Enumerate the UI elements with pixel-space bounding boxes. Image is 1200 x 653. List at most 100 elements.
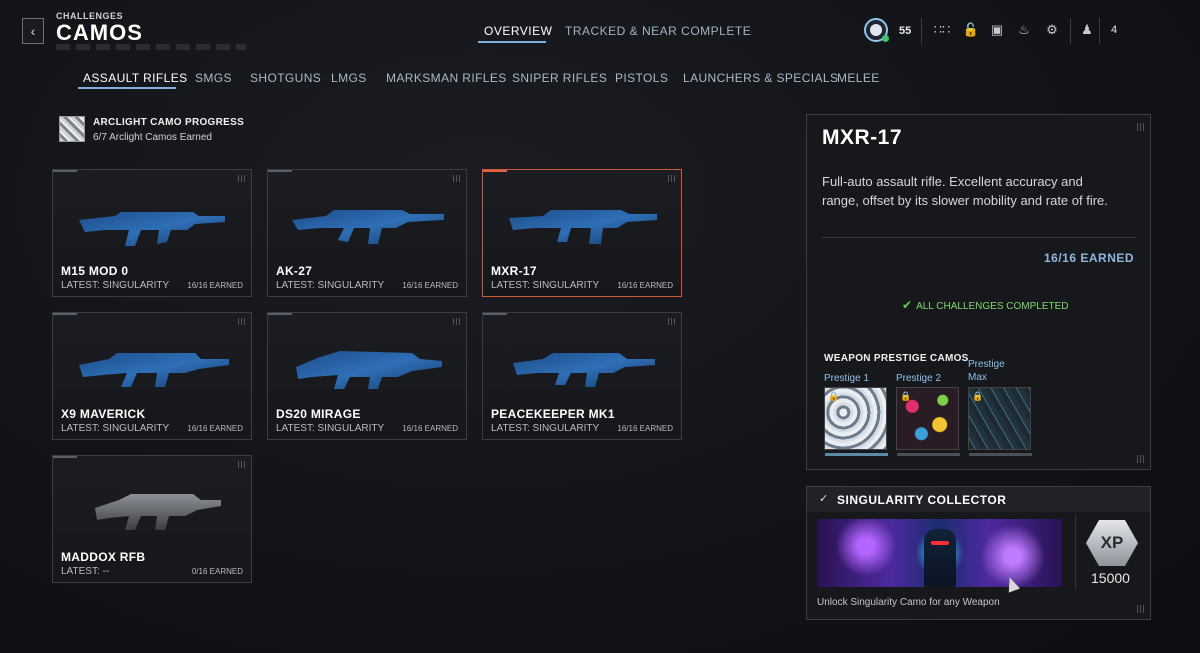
tab-lmgs[interactable]: LMGS	[331, 71, 367, 85]
weapon-image	[509, 210, 657, 244]
weapon-image	[79, 212, 225, 246]
weapon-earned-count: 0/16 EARNED	[191, 567, 243, 576]
weapon-earned-count: 16/16 EARNED	[187, 281, 243, 290]
xp-reward-value: 15000	[1091, 570, 1130, 586]
lock-icon: 🔒	[972, 391, 984, 401]
progress-bar	[825, 453, 888, 456]
grip-icon	[1137, 605, 1145, 613]
back-button[interactable]: ‹	[22, 18, 44, 44]
collector-title: SINGULARITY COLLECTOR	[837, 493, 1007, 507]
online-status-dot	[882, 35, 889, 42]
weapon-image	[95, 494, 221, 530]
weapon-card-x9-maverick[interactable]: X9 MAVERICK LATEST: SINGULARITY 16/16 EA…	[52, 312, 252, 440]
divider	[822, 237, 1136, 238]
weapon-latest-camo: LATEST: SINGULARITY	[491, 280, 600, 291]
title-decoration	[56, 44, 246, 50]
weapon-name: DS20 MIRAGE	[276, 407, 361, 421]
weapon-earned-count: 16/16 EARNED	[187, 424, 243, 433]
grid-icon[interactable]: ∷∷	[933, 21, 951, 39]
gear-icon[interactable]: ⚙	[1043, 21, 1061, 39]
prestige-1-label: Prestige 1	[824, 373, 870, 384]
grip-icon	[668, 318, 675, 325]
grip-icon	[238, 461, 245, 468]
challenges-status: ✔ ALL CHALLENGES COMPLETED	[902, 298, 1069, 312]
arclight-camo-thumbnail	[59, 116, 85, 142]
weapon-earned-count: 16/16 EARNED	[617, 281, 673, 290]
tab-overview-underline	[478, 41, 546, 43]
weapon-card-ds20-mirage[interactable]: DS20 MIRAGE LATEST: SINGULARITY 16/16 EA…	[267, 312, 467, 440]
weapon-name: MXR-17	[491, 264, 537, 278]
party-icon[interactable]: ♟	[1078, 21, 1096, 39]
weapon-name: MADDOX RFB	[61, 550, 146, 564]
prestige-max-label: Prestige Max	[968, 358, 1005, 384]
weapon-latest-camo: LATEST: SINGULARITY	[276, 423, 385, 434]
tab-assault-rifles-underline	[78, 87, 176, 89]
weapon-card-peacekeeper-mk1[interactable]: PEACEKEEPER MK1 LATEST: SINGULARITY 16/1…	[482, 312, 682, 440]
banner-figure	[924, 529, 956, 587]
progress-bar	[969, 453, 1032, 456]
challenges-status-label: ALL CHALLENGES COMPLETED	[916, 301, 1069, 312]
grip-icon	[238, 318, 245, 325]
tab-marksman-rifles[interactable]: MARKSMAN RIFLES	[386, 71, 507, 85]
weapon-name: PEACEKEEPER MK1	[491, 407, 615, 421]
tab-pistols[interactable]: PISTOLS	[615, 71, 668, 85]
weapon-latest-camo: LATEST: SINGULARITY	[491, 423, 600, 434]
checkmark-icon: ✔	[902, 298, 913, 312]
tab-assault-rifles[interactable]: ASSAULT RIFLES	[83, 71, 188, 85]
tab-sniper-rifles[interactable]: SNIPER RIFLES	[512, 71, 607, 85]
weapon-latest-camo: LATEST: SINGULARITY	[61, 280, 170, 291]
weapon-name: M15 MOD 0	[61, 264, 129, 278]
prestige-max-camo[interactable]: 🔒	[968, 387, 1032, 456]
page-title: CAMOS	[56, 20, 143, 45]
weapon-image	[79, 353, 229, 387]
weapon-image	[296, 351, 442, 389]
header-divider	[1070, 18, 1071, 44]
prestige-2-label: Prestige 2	[896, 373, 942, 384]
lock-icon: 🔒	[828, 391, 840, 401]
bell-icon[interactable]: ♨	[1015, 21, 1033, 39]
tab-overview[interactable]: OVERVIEW	[484, 24, 552, 38]
grip-icon	[1137, 455, 1145, 463]
weapon-image	[513, 353, 655, 387]
weapon-card-m15-mod-0[interactable]: M15 MOD 0 LATEST: SINGULARITY 16/16 EARN…	[52, 169, 252, 297]
prestige-max-label-line2: Max	[968, 372, 987, 383]
prestige-1-camo[interactable]: 🔒	[824, 387, 888, 456]
detail-description: Full-auto assault rifle. Excellent accur…	[822, 174, 1108, 208]
weapon-latest-camo: LATEST: SINGULARITY	[61, 423, 170, 434]
header-divider	[921, 18, 922, 44]
weapon-latest-camo: LATEST: SINGULARITY	[276, 280, 385, 291]
tab-shotguns[interactable]: SHOTGUNS	[250, 71, 321, 85]
weapon-name: AK-27	[276, 264, 313, 278]
unlock-icon[interactable]: 🔓	[962, 21, 980, 39]
lock-icon: 🔒	[900, 391, 912, 401]
grip-icon	[453, 175, 460, 182]
prestige-2-camo[interactable]: 🔒	[896, 387, 960, 456]
party-count: 4	[1111, 24, 1118, 36]
header-divider	[1099, 18, 1100, 44]
grip-icon	[453, 318, 460, 325]
prestige-max-label-line1: Prestige	[968, 359, 1005, 370]
grip-icon	[668, 175, 675, 182]
tab-tracked-near-complete[interactable]: TRACKED & NEAR COMPLETE	[565, 24, 751, 38]
weapon-card-ak-27[interactable]: AK-27 LATEST: SINGULARITY 16/16 EARNED	[267, 169, 467, 297]
divider	[1075, 514, 1076, 590]
tab-smgs[interactable]: SMGS	[195, 71, 232, 85]
chevron-left-icon: ‹	[30, 23, 36, 39]
progress-bar	[897, 453, 960, 456]
weapon-image	[292, 210, 444, 244]
weapon-card-maddox-rfb[interactable]: MADDOX RFB LATEST: -- 0/16 EARNED	[52, 455, 252, 583]
tab-launchers-specials[interactable]: LAUNCHERS & SPECIALS	[683, 71, 838, 85]
tab-melee[interactable]: MELEE	[837, 71, 880, 85]
grip-icon	[1137, 123, 1145, 131]
calling-card-banner	[817, 519, 1062, 587]
weapon-earned-count: 16/16 EARNED	[402, 281, 458, 290]
weapon-latest-camo: LATEST: --	[61, 566, 110, 577]
arclight-progress-count: 6/7 Arclight Camos Earned	[93, 132, 212, 143]
camera-icon[interactable]: ▣	[988, 21, 1006, 39]
detail-weapon-name: MXR-17	[822, 126, 903, 149]
weapon-name: X9 MAVERICK	[61, 407, 146, 421]
weapon-earned-count: 16/16 EARNED	[402, 424, 458, 433]
arclight-progress-title: ARCLIGHT CAMO PROGRESS	[93, 117, 245, 128]
weapon-card-mxr-17[interactable]: MXR-17 LATEST: SINGULARITY 16/16 EARNED	[482, 169, 682, 297]
grip-icon	[238, 175, 245, 182]
